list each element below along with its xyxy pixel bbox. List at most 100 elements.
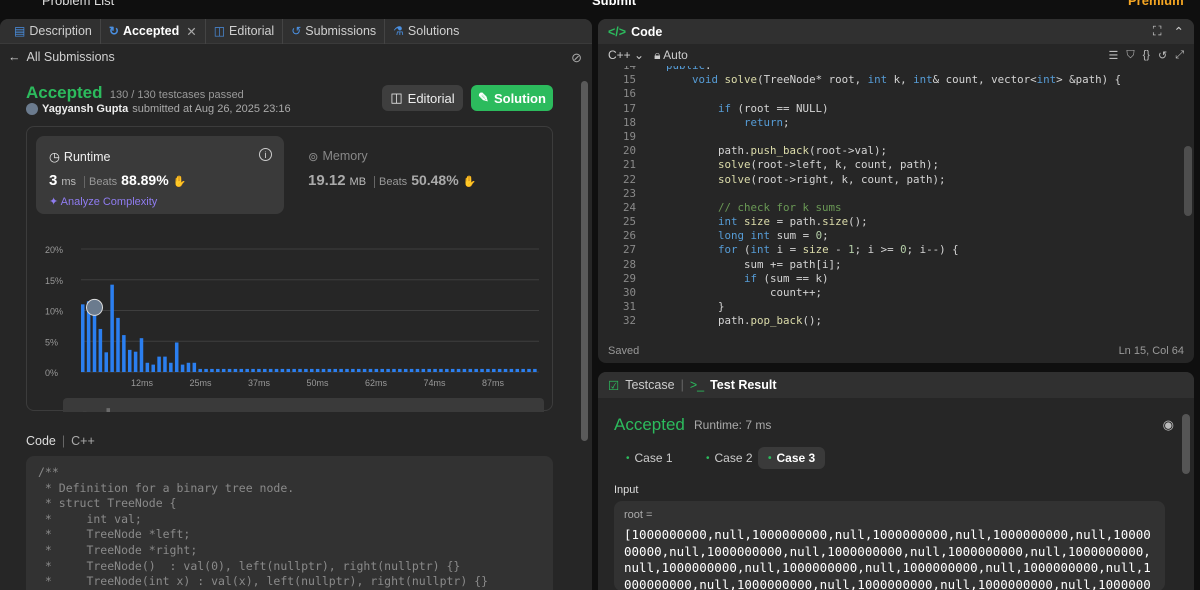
runtime-bar[interactable]: [298, 368, 302, 372]
runtime-bar[interactable]: [110, 284, 114, 372]
solution-button[interactable]: ✎ Solution: [471, 85, 553, 111]
runtime-bar[interactable]: [310, 368, 314, 372]
runtime-bar[interactable]: [445, 368, 449, 372]
auto-mode[interactable]: 🔒︎ Auto: [654, 48, 688, 63]
tab-accepted[interactable]: ↻ Accepted ✕: [101, 19, 206, 44]
runtime-bar[interactable]: [157, 356, 161, 372]
runtime-bar[interactable]: [327, 368, 332, 372]
runtime-bar[interactable]: [263, 368, 267, 372]
runtime-bar[interactable]: [433, 368, 437, 372]
runtime-bar[interactable]: [403, 368, 408, 372]
runtime-bar[interactable]: [292, 368, 296, 372]
avatar[interactable]: [26, 103, 38, 115]
bookmark-icon[interactable]: ⛉: [1126, 49, 1134, 62]
runtime-bar[interactable]: [386, 368, 390, 372]
runtime-bar[interactable]: [227, 368, 232, 372]
your-submission-avatar[interactable]: [86, 298, 104, 316]
runtime-bar[interactable]: [274, 368, 279, 372]
runtime-bar[interactable]: [415, 368, 420, 372]
runtime-bar[interactable]: [333, 368, 338, 372]
runtime-bar[interactable]: [421, 368, 426, 372]
runtime-bar[interactable]: [239, 368, 244, 372]
runtime-bar[interactable]: [257, 368, 261, 372]
runtime-bar[interactable]: [480, 368, 484, 372]
runtime-bar[interactable]: [456, 368, 461, 372]
left-scrollbar[interactable]: [581, 71, 588, 590]
runtime-bar[interactable]: [356, 368, 361, 372]
runtime-bar[interactable]: [527, 368, 531, 372]
format-icon[interactable]: ☰: [1108, 49, 1118, 62]
premium-link[interactable]: Premium: [1128, 0, 1184, 8]
runtime-bar[interactable]: [192, 362, 197, 372]
runtime-bar[interactable]: [174, 342, 179, 372]
runtime-bar[interactable]: [151, 364, 155, 372]
author-name[interactable]: Yagyansh Gupta: [42, 103, 128, 115]
runtime-bar[interactable]: [92, 307, 97, 372]
runtime-bar[interactable]: [380, 368, 384, 372]
runtime-bar[interactable]: [492, 368, 496, 372]
expand-icon[interactable]: ⤢: [1175, 49, 1184, 62]
close-icon[interactable]: ✕: [186, 24, 196, 39]
runtime-bar[interactable]: [503, 368, 508, 372]
runtime-bar[interactable]: [104, 352, 109, 372]
runtime-bar[interactable]: [163, 356, 167, 372]
runtime-bar[interactable]: [351, 368, 355, 372]
runtime-bar[interactable]: [81, 304, 85, 372]
tab-submissions[interactable]: ↺ Submissions: [283, 19, 386, 44]
range-navigator[interactable]: [63, 398, 544, 412]
case-3-tab[interactable]: • Case 3: [758, 447, 826, 469]
scroll-thumb[interactable]: [1184, 146, 1192, 216]
all-submissions-link[interactable]: All Submissions: [27, 50, 115, 64]
runtime-bar[interactable]: [98, 328, 103, 372]
runtime-bar[interactable]: [245, 368, 249, 372]
runtime-bar[interactable]: [204, 368, 208, 372]
runtime-bar[interactable]: [304, 368, 308, 372]
runtime-bar[interactable]: [497, 368, 502, 372]
fullscreen-icon[interactable]: ⛶: [1153, 24, 1162, 39]
runtime-card[interactable]: ◷ Runtime i 3 ms Beats 88.89% ✋ ✦ Analyze…: [36, 136, 284, 214]
runtime-bar[interactable]: [521, 368, 525, 372]
runtime-bar[interactable]: [145, 362, 150, 372]
tab-description[interactable]: ▤ Description: [6, 19, 101, 44]
editor-scrollbar[interactable]: [1184, 66, 1192, 346]
case-1-tab[interactable]: • Case 1: [616, 447, 683, 469]
tab-testcase[interactable]: Testcase: [625, 378, 674, 392]
runtime-bar[interactable]: [221, 368, 226, 372]
runtime-bar[interactable]: [462, 368, 467, 372]
runtime-bar[interactable]: [515, 368, 520, 372]
runtime-bar[interactable]: [427, 368, 431, 372]
runtime-bar[interactable]: [439, 368, 443, 372]
runtime-bar[interactable]: [133, 351, 138, 372]
runtime-bar[interactable]: [474, 368, 478, 372]
runtime-bar[interactable]: [122, 335, 126, 372]
runtime-bar[interactable]: [139, 338, 144, 372]
submitted-code[interactable]: /** * Definition for a binary tree node.…: [26, 456, 553, 590]
runtime-bar[interactable]: [268, 368, 273, 372]
runtime-bar[interactable]: [286, 368, 291, 372]
problem-list-link[interactable]: Problem List: [42, 0, 114, 8]
runtime-bar[interactable]: [210, 368, 214, 372]
link-icon[interactable]: ⊘: [571, 50, 582, 66]
editorial-button[interactable]: ◫ Editorial: [382, 85, 463, 111]
scroll-thumb[interactable]: [581, 81, 588, 441]
runtime-bar[interactable]: [169, 362, 173, 372]
back-arrow-icon[interactable]: ←: [8, 50, 21, 64]
runtime-bar[interactable]: [127, 349, 132, 372]
info-icon[interactable]: i: [259, 148, 272, 161]
runtime-bar[interactable]: [251, 368, 255, 372]
tab-solutions[interactable]: ⚗ Solutions: [385, 19, 467, 44]
case-2-tab[interactable]: • Case 2: [696, 447, 763, 469]
runtime-bar[interactable]: [362, 368, 367, 372]
runtime-bar[interactable]: [450, 368, 455, 372]
collapse-icon[interactable]: ⌃: [1174, 24, 1184, 39]
reset-icon[interactable]: ↺: [1158, 49, 1167, 62]
braces-icon[interactable]: {}: [1143, 49, 1150, 62]
runtime-bar[interactable]: [392, 368, 396, 372]
runtime-bar[interactable]: [186, 362, 191, 372]
runtime-bar[interactable]: [280, 368, 285, 372]
runtime-bar[interactable]: [116, 317, 120, 372]
result-scrollbar[interactable]: [1182, 402, 1190, 582]
runtime-bar[interactable]: [216, 368, 220, 372]
runtime-bar[interactable]: [486, 368, 490, 372]
runtime-bar[interactable]: [533, 368, 537, 372]
